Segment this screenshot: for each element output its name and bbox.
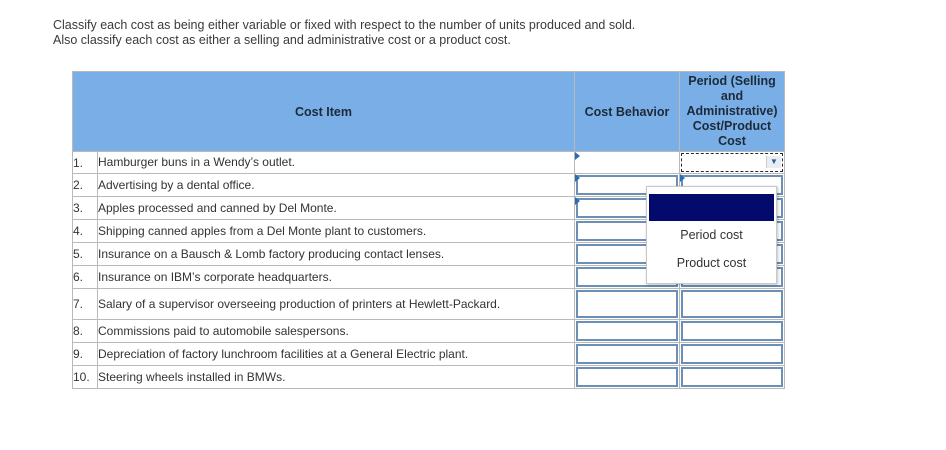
cost-item: Shipping canned apples from a Del Monte …	[97, 219, 575, 243]
period-product-select[interactable]	[679, 365, 785, 389]
row-number: 6.	[72, 265, 98, 289]
header-period-line-3: Administrative)	[686, 104, 778, 118]
row-number: 4.	[72, 219, 98, 243]
cost-item: Insurance on IBM’s corporate headquarter…	[97, 265, 575, 289]
cost-item: Apples processed and canned by Del Monte…	[97, 196, 575, 220]
row-number: 3.	[72, 196, 98, 220]
select-box[interactable]	[681, 290, 783, 318]
period-product-select[interactable]	[679, 342, 785, 366]
cost-item: Salary of a supervisor overseeing produc…	[97, 288, 575, 320]
select-marker-icon	[680, 174, 685, 182]
header-period-line-4: Cost/Product	[692, 119, 772, 133]
row-number: 2.	[72, 173, 98, 197]
row-number: 1.	[72, 151, 98, 174]
select-box[interactable]	[576, 290, 678, 318]
header-period-product: Period (Selling and Administrative) Cost…	[679, 71, 785, 152]
table-row: 9. Depreciation of factory lunchroom fac…	[72, 342, 785, 366]
row-number: 5.	[72, 242, 98, 266]
period-product-select[interactable]	[679, 319, 785, 343]
instructions-line-2: Also classify each cost as either a sell…	[53, 33, 511, 47]
table-row: 8. Commissions paid to automobile salesp…	[72, 319, 785, 343]
row-number: 9.	[72, 342, 98, 366]
cost-item: Depreciation of factory lunchroom facili…	[97, 342, 575, 366]
dropdown-option-period-cost[interactable]: Period cost	[647, 228, 776, 242]
chevron-down-icon[interactable]: ▼	[766, 156, 781, 168]
cost-item: Hamburger buns in a Wendy’s outlet.	[97, 151, 575, 174]
instructions: Classify each cost as being either varia…	[53, 18, 635, 48]
table-row: 1. Hamburger buns in a Wendy’s outlet. ▼	[72, 151, 785, 174]
dropdown-highlighted-blank-option[interactable]	[649, 194, 774, 221]
select-box[interactable]	[681, 344, 783, 364]
select-box[interactable]	[576, 367, 678, 387]
period-product-select[interactable]	[679, 288, 785, 320]
cost-item: Insurance on a Bausch & Lomb factory pro…	[97, 242, 575, 266]
dropdown-option-product-cost[interactable]: Product cost	[647, 256, 776, 270]
row-number: 8.	[72, 319, 98, 343]
select-box[interactable]	[576, 344, 678, 364]
cost-behavior-select[interactable]	[574, 288, 680, 320]
cost-behavior-select[interactable]	[574, 319, 680, 343]
table-row: 7. Salary of a supervisor overseeing pro…	[72, 288, 785, 320]
select-marker-icon	[575, 174, 580, 182]
period-product-dropdown-menu: Period cost Product cost	[646, 186, 777, 284]
row-number: 10.	[72, 365, 98, 389]
cost-behavior-select[interactable]	[574, 342, 680, 366]
header-cost-behavior: Cost Behavior	[574, 71, 680, 152]
cost-item: Commissions paid to automobile salespers…	[97, 319, 575, 343]
cost-item: Steering wheels installed in BMWs.	[97, 365, 575, 389]
header-period-line-2: and	[720, 89, 744, 103]
cost-behavior-select[interactable]	[574, 151, 680, 174]
select-marker-icon	[575, 197, 580, 205]
select-box[interactable]	[576, 321, 678, 341]
period-product-select[interactable]: ▼	[679, 151, 785, 174]
row-number: 7.	[72, 288, 98, 320]
select-box[interactable]	[681, 321, 783, 341]
cost-item: Advertising by a dental office.	[97, 173, 575, 197]
header-period-line-1: Period (Selling	[688, 74, 776, 88]
header-period-line-5: Cost	[718, 134, 746, 148]
header-cost-item: Cost Item	[72, 71, 575, 152]
select-box[interactable]	[681, 367, 783, 387]
table-row: 10. Steering wheels installed in BMWs.	[72, 365, 785, 389]
cost-behavior-select[interactable]	[574, 365, 680, 389]
instructions-line-1: Classify each cost as being either varia…	[53, 18, 636, 32]
select-marker-icon	[575, 152, 580, 160]
